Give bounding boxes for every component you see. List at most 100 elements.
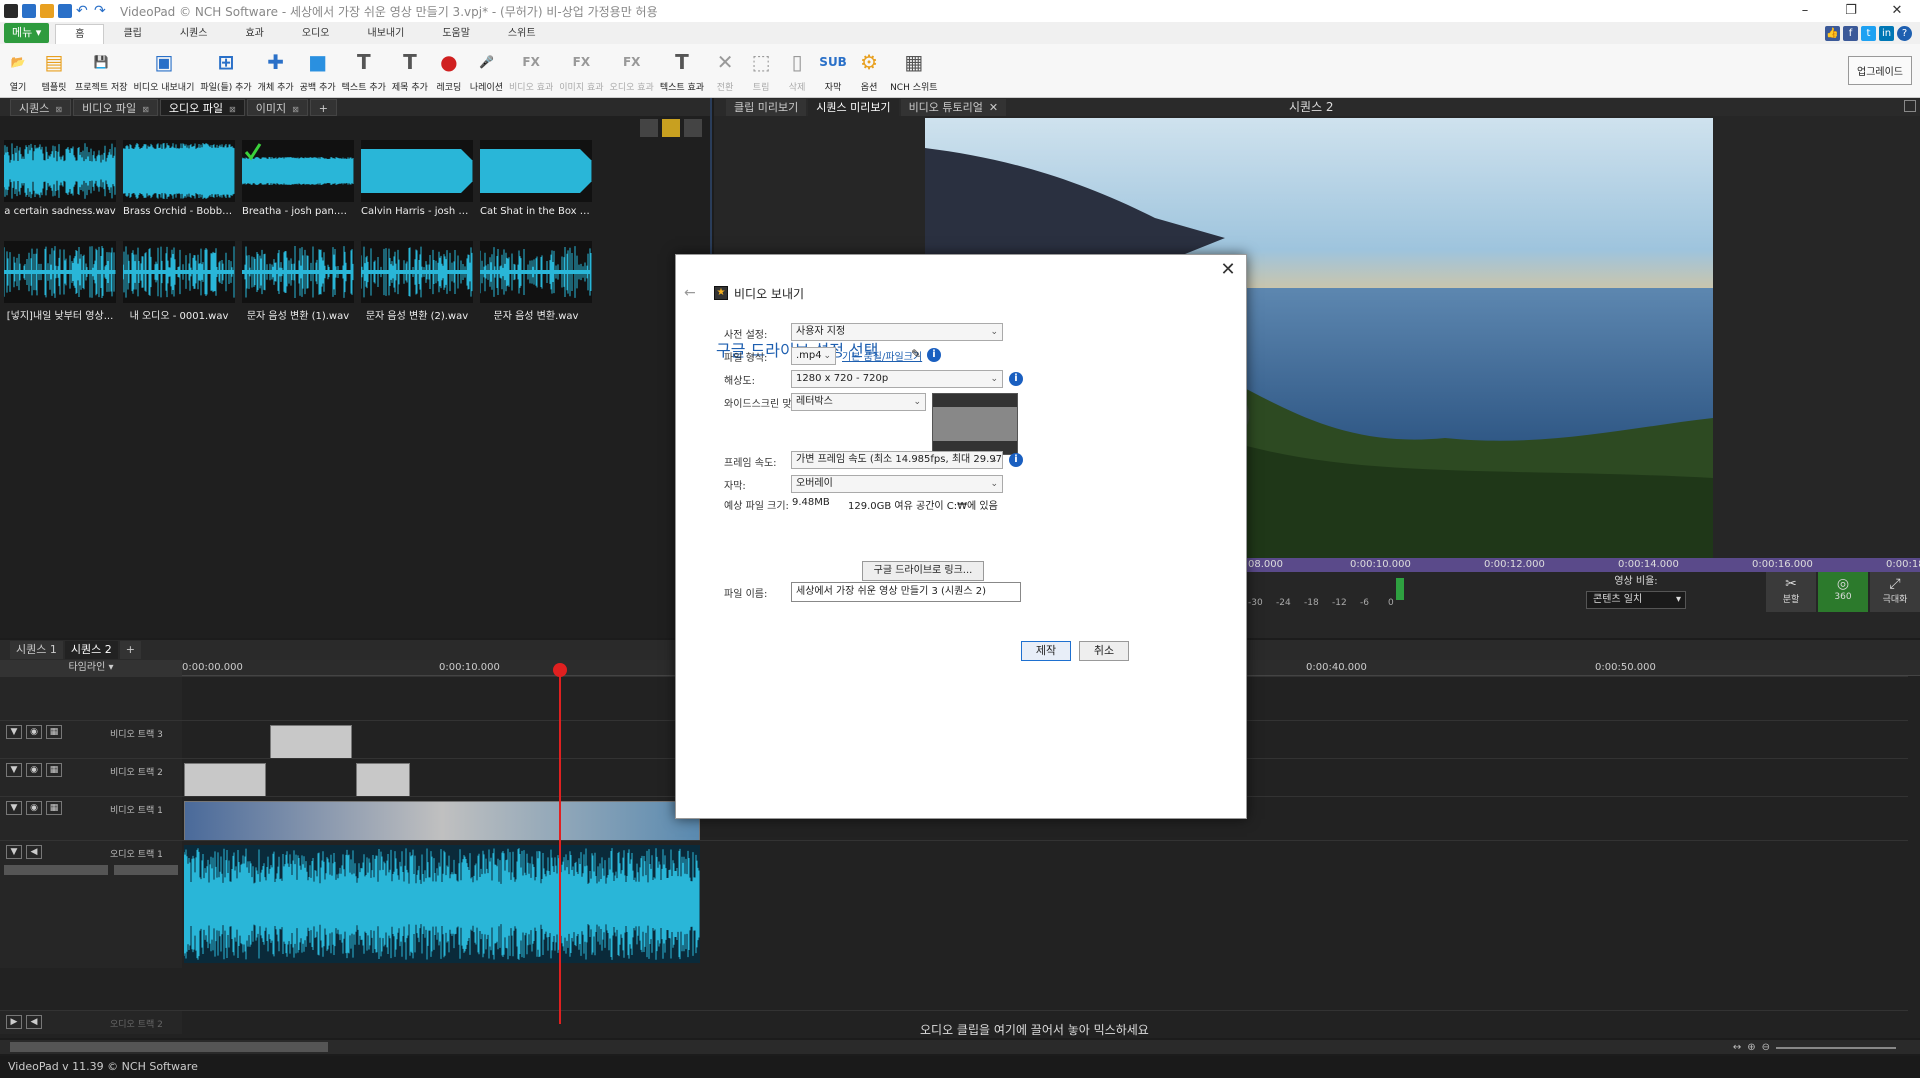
close-tab-icon[interactable]: ⊠: [229, 105, 236, 114]
media-item[interactable]: 문자 음성 변환 (2).wav: [361, 241, 473, 322]
toolbar-trim-button[interactable]: ⬚ 트림: [743, 44, 779, 97]
video-clip[interactable]: [270, 725, 352, 759]
media-tab[interactable]: 이미지 ⊠: [246, 99, 308, 116]
upgrade-button[interactable]: 업그레이드: [1848, 56, 1912, 85]
video-clip[interactable]: [356, 763, 410, 797]
tab-home[interactable]: 홈: [55, 24, 105, 44]
media-item[interactable]: 문자 음성 변환.wav: [480, 241, 592, 322]
pan-slider[interactable]: [114, 865, 178, 875]
pencil-icon[interactable]: ✎: [911, 347, 921, 361]
redo-icon[interactable]: ↷: [94, 4, 108, 18]
media-item[interactable]: [넣지]내일 낮부터 영상...: [4, 241, 116, 322]
tab-export[interactable]: 내보내기: [349, 24, 424, 44]
trash-icon[interactable]: [640, 119, 658, 137]
toolbar-record-button[interactable]: ● 레코딩: [431, 44, 467, 97]
tab-sequence[interactable]: 시퀀스: [161, 24, 227, 44]
framerate-select[interactable]: 가변 프레임 속도 (최소 14.985fps, 최대 29.970fps)⌄: [791, 451, 1003, 469]
help-icon[interactable]: ?: [1897, 26, 1912, 41]
toolbar-image-fx-button[interactable]: FX 이미지 효과: [556, 44, 606, 97]
main-menu-button[interactable]: 메뉴 ▾: [4, 23, 50, 43]
format-select[interactable]: .mp4 ⌄: [791, 347, 836, 365]
close-tab-icon[interactable]: ⊠: [142, 105, 149, 114]
sequence-tab[interactable]: +: [119, 641, 141, 659]
restore-button[interactable]: ❐: [1828, 0, 1874, 22]
layers-icon[interactable]: ▦: [46, 801, 62, 815]
layers-icon[interactable]: ▦: [46, 763, 62, 777]
toolbar-add-title-button[interactable]: T 제목 추가: [389, 44, 431, 97]
zoom-out-icon[interactable]: ⊖: [1762, 1042, 1770, 1053]
media-item[interactable]: a certain sadness.wav: [4, 140, 116, 217]
close-tab-icon[interactable]: ⊠: [292, 105, 299, 114]
resolution-select[interactable]: 1280 x 720 - 720p ⌄: [791, 370, 1003, 388]
tab-help[interactable]: 도움말: [423, 24, 489, 44]
video-clip[interactable]: [184, 763, 266, 797]
timeline-header[interactable]: 타임라인 ▾: [0, 660, 182, 676]
preview-tab[interactable]: 비디오 튜토리얼 ✕: [900, 99, 1007, 116]
google-drive-link-button[interactable]: 구글 드라이브로 링크...: [862, 561, 984, 581]
toolbar-open-folder-button[interactable]: 📂 열기: [0, 44, 36, 97]
undo-icon[interactable]: ↶: [76, 4, 90, 18]
media-tab[interactable]: 비디오 파일 ⊠: [73, 99, 158, 116]
toolbar-add-files-button[interactable]: ⊞ 파일(들) 추가: [197, 44, 254, 97]
media-item[interactable]: 문자 음성 변환 (1).wav: [242, 241, 354, 322]
fit-icon[interactable]: ↔: [1733, 1042, 1741, 1053]
tab-suite[interactable]: 스위트: [489, 24, 555, 44]
toolbar-template-button[interactable]: ▤ 템플릿: [36, 44, 72, 97]
make-button[interactable]: 제작: [1021, 641, 1071, 661]
like-icon[interactable]: 👍: [1825, 26, 1840, 41]
media-item[interactable]: 내 오디오 - 0001.wav: [123, 241, 235, 322]
preview-scrub-bar[interactable]: 08.000 0:00:10.000 0:00:12.000 0:00:14.000 0…: [1246, 558, 1920, 572]
media-item[interactable]: Brass Orchid - Bobby ...: [123, 140, 235, 217]
collapse-icon[interactable]: ▼: [6, 763, 22, 777]
aspect-ratio-select[interactable]: 콘텐츠 일치 ▾: [1586, 591, 1686, 609]
media-item[interactable]: Calvin Harris - josh p...: [361, 140, 473, 217]
timeline-scrollbar[interactable]: [0, 1040, 1920, 1054]
close-window-button[interactable]: ✕: [1874, 0, 1920, 22]
twitter-icon[interactable]: t: [1861, 26, 1876, 41]
qa-disk-icon[interactable]: [58, 4, 72, 18]
eye-icon[interactable]: ◉: [26, 801, 42, 815]
toolbar-nch-suite-button[interactable]: ▦ NCH 스위트: [887, 44, 941, 97]
eye-icon[interactable]: ◉: [26, 763, 42, 777]
preview-tab[interactable]: 클립 미리보기: [726, 99, 807, 116]
widescreen-select[interactable]: 레터박스 ⌄: [791, 393, 926, 411]
toolbar-options-button[interactable]: ⚙ 옵션: [851, 44, 887, 97]
zoom-slider[interactable]: [1776, 1046, 1896, 1049]
media-tab[interactable]: 시퀀스 ⊠: [10, 99, 72, 116]
toolbar-text-fx-button[interactable]: T 텍스트 효과: [657, 44, 707, 97]
toolbar-audio-fx-button[interactable]: FX 오디오 효과: [607, 44, 657, 97]
maximize-button[interactable]: ⤢ 극대화: [1870, 572, 1920, 612]
toolbar-add-text-button[interactable]: T 텍스트 추가: [339, 44, 389, 97]
linkedin-icon[interactable]: in: [1879, 26, 1894, 41]
expand-icon[interactable]: ▶: [6, 1015, 22, 1029]
info-icon[interactable]: i: [927, 348, 941, 362]
sequence-tab[interactable]: 시퀀스 2: [64, 641, 118, 659]
preset-select[interactable]: 사용자 지정 ⌄: [791, 323, 1003, 341]
subtitle-select[interactable]: 오버레이 ⌄: [791, 475, 1003, 493]
toolbar-narration-button[interactable]: 🎤 나레이션: [467, 44, 506, 97]
close-icon[interactable]: ✕: [1218, 259, 1238, 280]
cancel-button[interactable]: 취소: [1079, 641, 1129, 661]
collapse-icon[interactable]: ▼: [6, 845, 22, 859]
info-icon[interactable]: i: [1009, 453, 1023, 467]
scrollbar-thumb[interactable]: [10, 1042, 328, 1052]
qa-open-icon[interactable]: [40, 4, 54, 18]
add-folder-icon[interactable]: [662, 119, 680, 137]
scissors-button[interactable]: ✂ 분할: [1766, 572, 1816, 612]
facebook-icon[interactable]: f: [1843, 26, 1858, 41]
undock-icon[interactable]: [1904, 100, 1916, 112]
toolbar-subtitle-button[interactable]: SUB 자막: [815, 44, 851, 97]
eye-icon[interactable]: ◉: [26, 725, 42, 739]
playhead[interactable]: [559, 670, 561, 1024]
preview-tab[interactable]: 시퀀스 미리보기: [808, 99, 899, 116]
toolbar-add-object-button[interactable]: ✚ 개체 추가: [255, 44, 297, 97]
toolbar-video-fx-button[interactable]: FX 비디오 효과: [506, 44, 556, 97]
collapse-icon[interactable]: ▼: [6, 725, 22, 739]
speaker-icon[interactable]: ◀: [26, 1015, 42, 1029]
media-tab[interactable]: +: [309, 99, 337, 116]
audio-clip[interactable]: [184, 845, 700, 963]
toolbar-transition-button[interactable]: ✕ 전환: [707, 44, 743, 97]
qa-save-icon[interactable]: [22, 4, 36, 18]
minimize-button[interactable]: –: [1782, 0, 1828, 22]
media-tab[interactable]: 오디오 파일 ⊠: [159, 99, 245, 116]
